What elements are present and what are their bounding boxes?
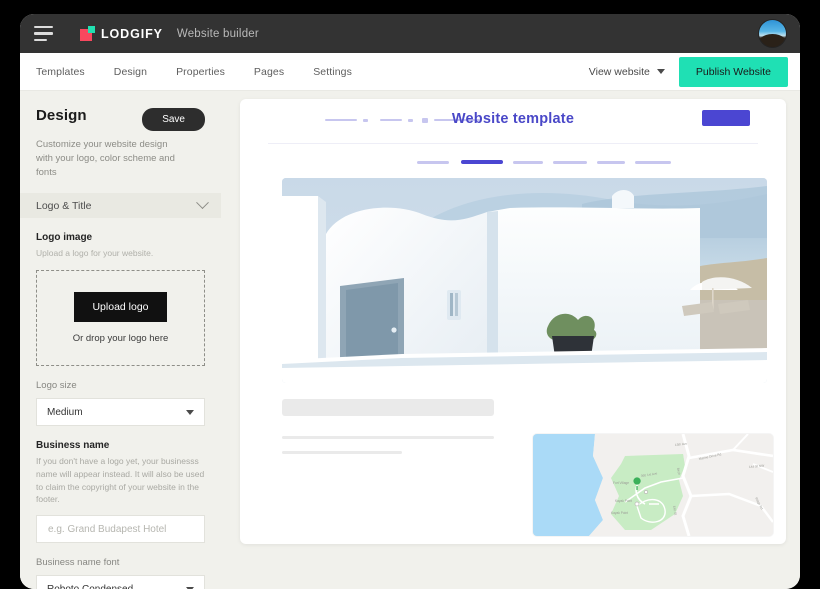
text-line-placeholder	[282, 436, 494, 439]
template-nav	[240, 157, 786, 169]
topbar: LODGIFY Website builder	[20, 14, 800, 53]
logo-image-hint: Upload a logo for your website.	[36, 248, 154, 259]
business-name-input[interactable]	[36, 515, 205, 544]
sidebar-description: Customize your website design with your …	[36, 139, 175, 178]
template-cta-button[interactable]	[702, 110, 750, 126]
header-placeholder-bar	[380, 119, 402, 121]
business-name-label: Business name	[36, 440, 110, 452]
logo-size-select[interactable]: Medium	[36, 398, 205, 427]
heading-placeholder	[282, 399, 494, 416]
template-nav-item[interactable]	[417, 161, 449, 164]
app-subtitle: Website builder	[176, 27, 259, 40]
template-nav-item-active[interactable]	[461, 160, 503, 164]
template-nav-item[interactable]	[597, 161, 625, 164]
tab-design[interactable]: Design	[114, 66, 147, 78]
tab-settings[interactable]: Settings	[313, 66, 352, 78]
chevron-down-icon	[196, 196, 209, 210]
preview-pane: Website template Kayak Point Kayak Point…	[221, 91, 800, 589]
business-name-font-select[interactable]: Roboto Condensed	[36, 575, 205, 589]
sidebar-content: Logo image Upload a logo for your websit…	[20, 232, 221, 589]
template-divider	[268, 143, 758, 144]
svg-text:Fort Village: Fort Village	[613, 481, 629, 485]
body-area: Design Save Customize your website desig…	[20, 91, 800, 589]
website-preview-card: Website template Kayak Point Kayak Point…	[240, 99, 786, 544]
nav-actions: View website Publish Website	[589, 53, 788, 90]
business-name-hint: If you don't have a logo yet, your busin…	[36, 456, 205, 505]
brand-logo[interactable]: LODGIFY	[80, 26, 163, 41]
drop-logo-text: Or drop your logo here	[72, 333, 169, 345]
app-window: LODGIFY Website builder Templates Design…	[20, 14, 800, 589]
map-preview[interactable]: Kayak Point Kayak Point Fort Village 360…	[533, 434, 773, 536]
sidebar-header: Design Save	[20, 91, 221, 131]
text-line-short-placeholder	[282, 451, 402, 454]
save-button[interactable]: Save	[142, 108, 205, 131]
header-placeholder-bar	[325, 119, 357, 121]
section-logo-and-title[interactable]: Logo & Title	[20, 193, 221, 219]
page-title: Design	[36, 107, 87, 124]
chevron-down-icon	[656, 69, 665, 74]
tab-properties[interactable]: Properties	[176, 66, 225, 78]
view-website-label: View website	[588, 65, 650, 78]
hamburger-icon[interactable]	[28, 21, 58, 47]
template-nav-item[interactable]	[513, 161, 543, 164]
section-label: Logo & Title	[36, 199, 92, 212]
template-nav-item[interactable]	[635, 161, 671, 164]
lodgify-mark-icon	[80, 26, 95, 41]
logo-image-label: Logo image	[36, 232, 93, 244]
template-header: Website template	[240, 99, 786, 141]
design-sidebar: Design Save Customize your website desig…	[20, 91, 221, 589]
svg-text:Kayak Point: Kayak Point	[611, 511, 628, 515]
header-placeholder-caret	[363, 119, 368, 122]
business-name-font-label: Business name font	[36, 557, 120, 569]
logo-dropzone[interactable]: Upload logo Or drop your logo here	[36, 270, 205, 367]
phone-icon	[422, 118, 428, 123]
upload-logo-button[interactable]: Upload logo	[74, 292, 167, 323]
hero-image	[282, 178, 767, 383]
view-website-button[interactable]: View website	[589, 66, 665, 78]
avatar[interactable]	[759, 20, 786, 47]
business-name-font-value: Roboto Condensed	[47, 584, 133, 589]
chevron-down-icon	[186, 409, 194, 415]
logo-size-label: Logo size	[36, 380, 77, 392]
header-placeholder-caret	[408, 119, 413, 122]
logo-size-value: Medium	[47, 406, 83, 418]
brand-name: LODGIFY	[101, 26, 163, 41]
tab-templates[interactable]: Templates	[36, 66, 85, 78]
tab-pages[interactable]: Pages	[254, 66, 284, 78]
svg-text:Kayak Point: Kayak Point	[615, 499, 632, 503]
template-nav-item[interactable]	[553, 161, 587, 164]
publish-website-button[interactable]: Publish Website	[678, 56, 788, 87]
template-title: Website template	[451, 111, 575, 127]
main-nav: Templates Design Properties Pages Settin…	[20, 53, 800, 91]
